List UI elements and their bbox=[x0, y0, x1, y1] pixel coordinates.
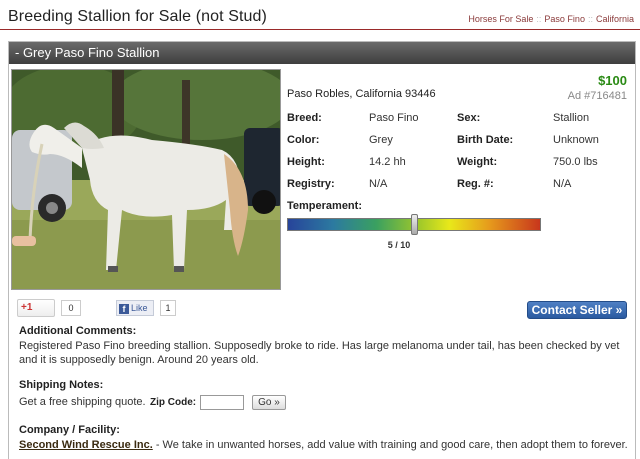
temperament-marker bbox=[410, 214, 418, 235]
breadcrumb-separator: :: bbox=[536, 14, 542, 24]
contact-seller-button[interactable]: Contact Seller » bbox=[527, 301, 627, 319]
go-button[interactable]: Go » bbox=[252, 395, 286, 410]
detail-row: Height: 14.2 hh Weight: 750.0 lbs bbox=[287, 156, 627, 174]
breadcrumb: Horses For Sale:: Paso Fino:: California bbox=[468, 14, 634, 24]
listing-header: - Grey Paso Fino Stallion bbox=[9, 42, 635, 64]
breadcrumb-paso-fino[interactable]: Paso Fino bbox=[544, 14, 585, 24]
detail-key: Weight: bbox=[457, 156, 498, 168]
detail-value: Stallion bbox=[553, 112, 590, 124]
breadcrumb-horses-for-sale[interactable]: Horses For Sale bbox=[468, 14, 533, 24]
page-title: Breeding Stallion for Sale (not Stud) bbox=[8, 8, 267, 25]
location: Paso Robles, California 93446 bbox=[287, 88, 436, 100]
listing-panel: - Grey Paso Fino Stallion $100 Ad #71648… bbox=[8, 41, 636, 459]
company-link[interactable]: Second Wind Rescue Inc. bbox=[19, 439, 153, 451]
detail-key: Registry: bbox=[287, 178, 335, 190]
detail-key: Breed: bbox=[287, 112, 322, 124]
detail-key: Color: bbox=[287, 134, 320, 146]
detail-value: N/A bbox=[553, 178, 572, 190]
google-plus-count: 0 bbox=[61, 300, 81, 316]
ad-number: Ad #716481 bbox=[567, 90, 627, 102]
facebook-like-label: Like bbox=[131, 303, 148, 313]
detail-value: Grey bbox=[369, 134, 393, 146]
comments-heading: Additional Comments: bbox=[19, 325, 137, 337]
detail-key: Height: bbox=[287, 156, 325, 168]
temperament-value: 5 / 10 bbox=[387, 240, 411, 250]
detail-value: Paso Fino bbox=[369, 112, 419, 124]
shipping-text: Get a free shipping quote. bbox=[19, 396, 146, 408]
zip-code-input[interactable] bbox=[200, 395, 244, 410]
shipping-quote-row: Get a free shipping quote. Zip Code: Go … bbox=[19, 395, 286, 412]
google-plus-button[interactable]: +1 bbox=[17, 299, 55, 317]
breadcrumb-california[interactable]: California bbox=[596, 14, 634, 24]
detail-key: Birth Date: bbox=[457, 134, 514, 146]
breadcrumb-separator: :: bbox=[587, 14, 593, 24]
company-heading: Company / Facility: bbox=[19, 424, 120, 436]
detail-value: N/A bbox=[369, 178, 388, 190]
facebook-like-button[interactable]: f Like bbox=[116, 300, 154, 316]
detail-key: Sex: bbox=[457, 112, 481, 124]
detail-row: Color: Grey Birth Date: Unknown bbox=[287, 134, 627, 152]
company-description: - We take in unwanted horses, add value … bbox=[152, 439, 628, 451]
shipping-heading: Shipping Notes: bbox=[19, 379, 104, 391]
facebook-like-count: 1 bbox=[160, 300, 176, 316]
horse-photo[interactable] bbox=[11, 69, 281, 290]
detail-key: Reg. #: bbox=[457, 178, 494, 190]
detail-row: Breed: Paso Fino Sex: Stallion bbox=[287, 112, 627, 130]
detail-value: 750.0 lbs bbox=[553, 156, 598, 168]
company-line: Second Wind Rescue Inc. - We take in unw… bbox=[19, 438, 628, 452]
detail-row: Registry: N/A Reg. #: N/A bbox=[287, 178, 627, 196]
detail-value: 14.2 hh bbox=[369, 156, 406, 168]
price: $100 bbox=[598, 73, 627, 88]
page-header: Breeding Stallion for Sale (not Stud) Ho… bbox=[0, 0, 640, 30]
facebook-icon: f bbox=[119, 304, 129, 314]
comments-text: Registered Paso Fino breeding stallion. … bbox=[19, 340, 620, 366]
temperament-label: Temperament: bbox=[287, 200, 362, 212]
detail-value: Unknown bbox=[553, 134, 599, 146]
horse-photo-image bbox=[12, 70, 280, 289]
zip-code-label: Zip Code: bbox=[150, 397, 197, 408]
